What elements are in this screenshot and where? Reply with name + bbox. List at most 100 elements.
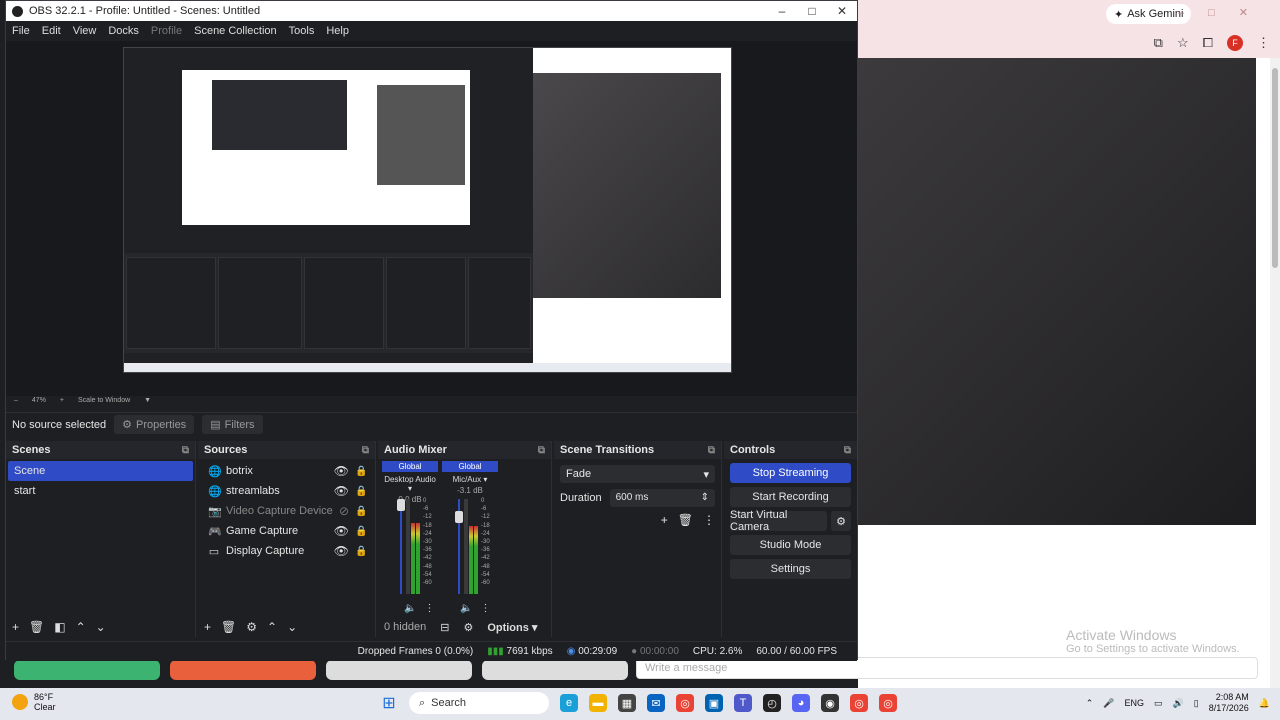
extensions-icon[interactable]: ⧠	[1203, 35, 1213, 51]
undock-icon[interactable]: ⧉	[538, 445, 545, 456]
source-item[interactable]: 🌐 botrix 👁 🔒	[202, 461, 371, 481]
zoom-in-icon[interactable]: +	[60, 397, 64, 404]
source-item[interactable]: 🎮 Game Capture 👁 🔒	[202, 521, 371, 541]
source-item[interactable]: 🌐 streamlabs 👁 🔒	[202, 481, 371, 501]
bookmark-star-icon[interactable]: ☆	[1177, 35, 1189, 51]
store-icon[interactable]: ▦	[618, 694, 636, 712]
add-icon[interactable]: +	[12, 620, 19, 634]
studio-mode-button[interactable]: Studio Mode	[730, 535, 851, 555]
install-icon[interactable]: ⧉	[1154, 35, 1163, 51]
eye-icon[interactable]: 👁	[334, 544, 349, 558]
chevron-down-icon[interactable]: ⌄	[287, 620, 297, 634]
undock-icon[interactable]: ⧉	[708, 445, 715, 456]
lock-icon[interactable]: 🔒	[355, 526, 367, 537]
menu-icon[interactable]: ⋮	[480, 603, 490, 614]
transition-select[interactable]: Fade ▾	[560, 465, 715, 483]
display-icon[interactable]: ▭	[1154, 698, 1163, 709]
fader-knob[interactable]	[455, 511, 463, 523]
clock[interactable]: 2:08 AM 8/17/2026	[1209, 692, 1249, 714]
lock-icon[interactable]: 🔒	[355, 506, 367, 517]
zoom-out-icon[interactable]: –	[14, 397, 18, 404]
weather-widget[interactable]: 86°F Clear	[12, 692, 56, 712]
folder-icon[interactable]: ▬	[589, 694, 607, 712]
duration-input[interactable]: 600 ms ⇕	[609, 489, 715, 507]
browser-window-controls[interactable]: –□✕	[1178, 6, 1272, 19]
scene-item[interactable]: start	[8, 481, 193, 501]
edge-icon[interactable]: e	[560, 694, 578, 712]
menu-icon[interactable]: ⋮	[424, 603, 434, 614]
trash-icon[interactable]: 🗑	[221, 620, 236, 634]
kebab-menu-icon[interactable]: ⋮	[1257, 35, 1270, 51]
menu-icon[interactable]: ⋮	[703, 513, 715, 527]
menu-help[interactable]: Help	[326, 25, 349, 37]
volume-fader[interactable]	[400, 499, 402, 594]
minimize-icon[interactable]: –	[767, 4, 797, 18]
gear-icon[interactable]: ⚙	[831, 511, 851, 531]
trash-icon[interactable]: 🗑	[678, 513, 693, 527]
menu-tools[interactable]: Tools	[289, 25, 315, 37]
scrollbar-thumb[interactable]	[1272, 68, 1278, 268]
chevron-up-icon[interactable]: ⌃	[1086, 698, 1094, 709]
app-icon[interactable]: ▣	[705, 694, 723, 712]
discord-icon[interactable]: ◕	[792, 694, 810, 712]
preview-canvas[interactable]: – 47% + Scale to Window ▼	[6, 41, 857, 404]
undock-icon[interactable]: ⧉	[362, 445, 369, 456]
layout-icon[interactable]: ⊟	[440, 621, 449, 634]
teams-icon[interactable]: T	[734, 694, 752, 712]
chevron-up-icon[interactable]: ⌃	[267, 620, 277, 634]
browser-scrollbar[interactable]	[1270, 58, 1280, 688]
chrome-icon-2[interactable]: ◎	[850, 694, 868, 712]
scale-mode[interactable]: Scale to Window	[78, 397, 130, 404]
start-virtual-camera-button[interactable]: Start Virtual Camera	[730, 509, 827, 533]
speaker-icon[interactable]: 🔈	[404, 603, 416, 614]
chevron-up-icon[interactable]: ⌃	[76, 620, 86, 634]
trash-icon[interactable]: 🗑	[29, 620, 44, 634]
channel-name[interactable]: Mic/Aux ▾	[442, 472, 498, 484]
source-item[interactable]: 📷 Video Capture Device ⊘ 🔒	[202, 501, 371, 521]
gear-icon[interactable]: ⚙	[246, 620, 257, 634]
battery-icon[interactable]: ▯	[1194, 698, 1199, 709]
lock-icon[interactable]: 🔒	[355, 486, 367, 497]
chevron-down-icon[interactable]: ▼	[144, 397, 151, 404]
language-indicator[interactable]: ENG	[1125, 698, 1145, 708]
filter-icon[interactable]: ◧	[54, 620, 65, 634]
settings-button[interactable]: Settings	[730, 559, 851, 579]
menu-docks[interactable]: Docks	[108, 25, 139, 37]
source-item[interactable]: ▭ Display Capture 👁 🔒	[202, 541, 371, 561]
profile-avatar[interactable]: F	[1227, 35, 1243, 51]
menu-file[interactable]: File	[12, 25, 30, 37]
fader-knob[interactable]	[397, 499, 405, 511]
maximize-icon[interactable]: □	[797, 4, 827, 18]
menu-edit[interactable]: Edit	[42, 25, 61, 37]
stepper-icon[interactable]: ⇕	[701, 492, 709, 504]
undock-icon[interactable]: ⧉	[182, 445, 189, 456]
notification-bell-icon[interactable]: 🔔	[1259, 698, 1270, 709]
gear-icon[interactable]: ⚙	[463, 621, 473, 634]
start-recording-button[interactable]: Start Recording	[730, 487, 851, 507]
speaker-icon[interactable]: 🔈	[460, 603, 472, 614]
add-icon[interactable]: +	[661, 513, 668, 527]
add-icon[interactable]: +	[204, 620, 211, 634]
volume-icon[interactable]: 🔊	[1173, 698, 1184, 709]
scene-item[interactable]: Scene	[8, 461, 193, 481]
microphone-icon[interactable]: 🎤	[1103, 698, 1114, 709]
menu-profile[interactable]: Profile	[151, 25, 182, 37]
eye-icon[interactable]: 👁	[334, 464, 349, 478]
eye-off-icon[interactable]: ⊘	[339, 504, 349, 518]
eye-icon[interactable]: 👁	[334, 524, 349, 538]
chrome-icon[interactable]: ◎	[676, 694, 694, 712]
stop-streaming-button[interactable]: Stop Streaming	[730, 463, 851, 483]
channel-name[interactable]: Desktop Audio ▾	[382, 472, 438, 493]
close-icon[interactable]: ✕	[827, 4, 857, 18]
outlook-icon[interactable]: ✉	[647, 694, 665, 712]
clock-app-icon[interactable]: ◴	[763, 694, 781, 712]
eye-icon[interactable]: 👁	[334, 484, 349, 498]
taskbar-search[interactable]: ⌕ Search	[409, 692, 549, 714]
undock-icon[interactable]: ⧉	[844, 445, 851, 456]
hidden-count[interactable]: 0 hidden	[384, 621, 426, 633]
chrome-icon-3[interactable]: ◎	[879, 694, 897, 712]
filters-button[interactable]: ▤ Filters	[202, 415, 263, 434]
chevron-down-icon[interactable]: ⌄	[96, 620, 106, 634]
properties-button[interactable]: ⚙ Properties	[114, 415, 195, 434]
lock-icon[interactable]: 🔒	[355, 546, 367, 557]
